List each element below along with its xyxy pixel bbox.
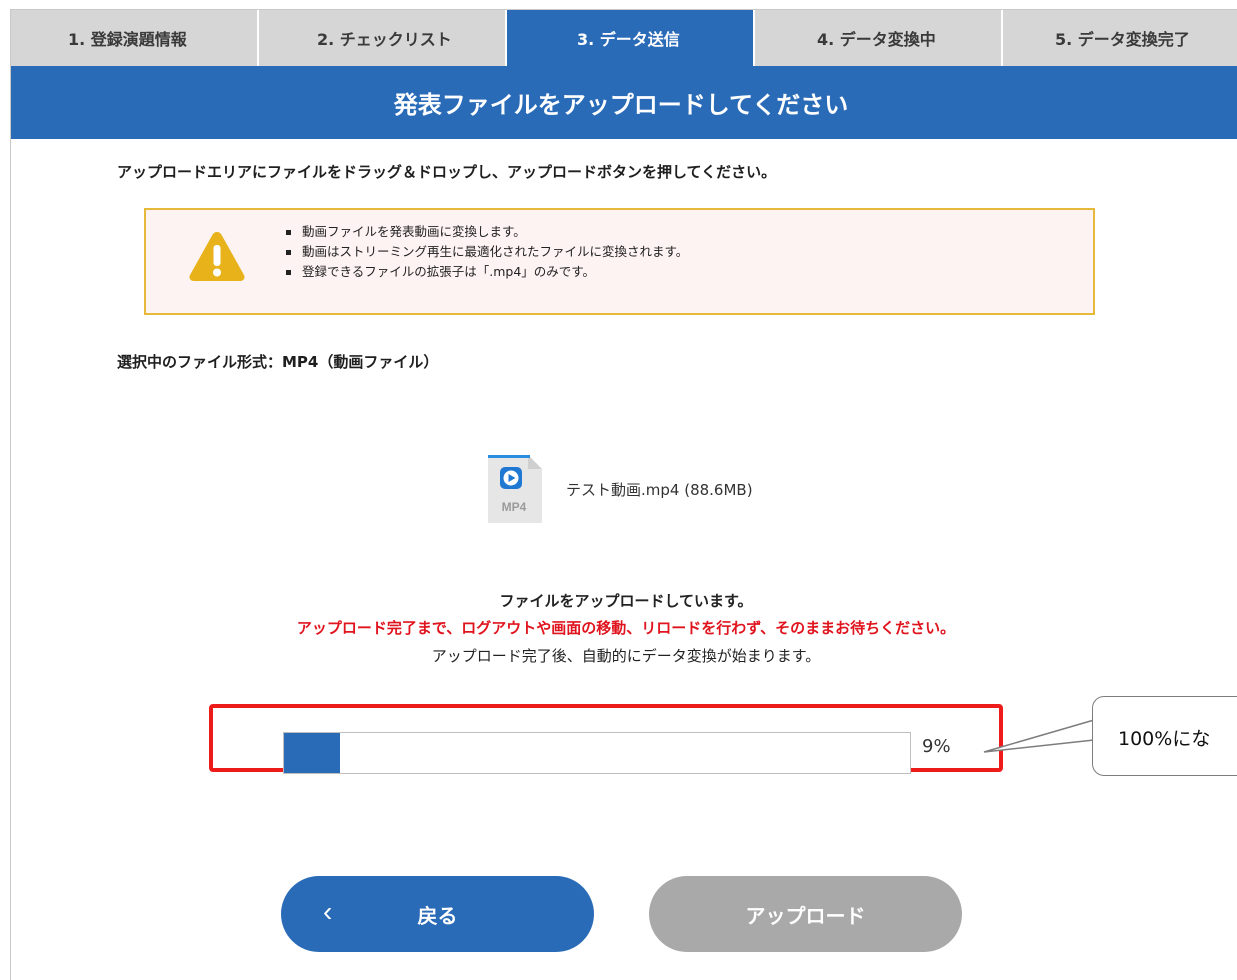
- notice-list: 動画ファイルを発表動画に変換します。 動画はストリーミング再生に最適化されたファ…: [286, 222, 688, 282]
- chevron-left-icon: ‹: [323, 896, 333, 927]
- mp4-file-icon: MP4: [488, 455, 542, 523]
- upload-button-label: アップロード: [745, 905, 866, 928]
- progress-highlight: [209, 704, 1003, 774]
- step-3-tab: 3. データ送信: [507, 10, 755, 66]
- step-1-tab: 1. 登録演題情報: [11, 10, 259, 66]
- back-button-label: 戻る: [417, 905, 458, 928]
- file-name: テスト動画.mp4 (88.6MB): [566, 481, 753, 499]
- notice-box: 動画ファイルを発表動画に変換します。 動画はストリーミング再生に最適化されたファ…: [144, 208, 1095, 315]
- notice-item: 動画はストリーミング再生に最適化されたファイルに変換されます。: [286, 242, 688, 262]
- step-5-label: 5. データ変換完了: [1055, 30, 1190, 49]
- step-5-tab: 5. データ変換完了: [1003, 10, 1237, 66]
- step-4-tab: 4. データ変換中: [755, 10, 1003, 66]
- step-2-label: 2. チェックリスト: [317, 30, 452, 49]
- page-title: 発表ファイルをアップロードしてください: [11, 66, 1237, 139]
- step-3-label: 3. データ送信: [577, 30, 680, 49]
- warning-icon: [189, 232, 245, 281]
- step-4-label: 4. データ変換中: [817, 30, 936, 49]
- upload-instruction: アップロードエリアにファイルをドラッグ＆ドロップし、アップロードボタンを押してく…: [117, 163, 777, 181]
- callout-note: 100%にな: [1092, 696, 1237, 776]
- progress-bar: [283, 732, 911, 774]
- progress-fill: [284, 733, 341, 773]
- step-2-tab: 2. チェックリスト: [259, 10, 507, 66]
- warning-message: アップロード完了まで、ログアウトや画面の移動、リロードを行わず、そのままお待ちく…: [296, 619, 956, 637]
- step-1-label: 1. 登録演題情報: [68, 30, 187, 49]
- upload-button[interactable]: アップロード: [649, 876, 962, 952]
- after-upload-message: アップロード完了後、自動的にデータ変換が始まります。: [431, 647, 821, 665]
- uploading-message: ファイルをアップロードしています。: [499, 592, 753, 610]
- notice-item: 動画ファイルを発表動画に変換します。: [286, 222, 688, 242]
- progress-percent: 9%: [922, 736, 951, 757]
- notice-item: 登録できるファイルの拡張子は「.mp4」のみです。: [286, 262, 688, 282]
- selected-file-type: 選択中のファイル形式：MP4（動画ファイル）: [117, 353, 439, 371]
- step-tabs: 1. 登録演題情報 2. チェックリスト 3. データ送信 4. データ変換中 …: [11, 10, 1237, 66]
- file-icon-label: MP4: [502, 500, 527, 514]
- back-button[interactable]: ‹ 戻る: [281, 876, 594, 952]
